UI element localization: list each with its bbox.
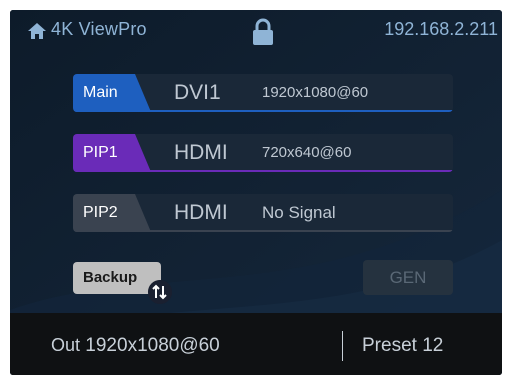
layer-pip2-row[interactable]: PIP2 HDMI No Signal: [73, 194, 453, 232]
output-label: Out: [51, 335, 81, 355]
layer-main-source: DVI1: [174, 81, 221, 104]
device-name: 4K ViewPro: [51, 19, 147, 39]
layer-pip1-resolution: 720x640@60: [262, 144, 352, 161]
layer-main-underline: [73, 110, 453, 112]
preset-info[interactable]: Preset 12: [362, 335, 443, 357]
layer-pip2-underline: [73, 230, 453, 232]
output-info: Out 1920x1080@60: [51, 335, 220, 357]
output-resolution: 1920x1080@60: [85, 335, 220, 356]
layer-pip2-tag: PIP2: [73, 194, 151, 232]
gen-label: GEN: [389, 268, 427, 287]
output-status-bar: Out 1920x1080@60 Preset 12: [10, 313, 502, 375]
layer-pip2-resolution: No Signal: [262, 203, 336, 222]
layer-pip1-label: PIP1: [83, 144, 118, 161]
layer-pip1-source: HDMI: [174, 141, 228, 164]
preset-number: 12: [422, 335, 444, 356]
swap-icon: [148, 280, 172, 304]
layer-main-tag: Main: [73, 74, 151, 112]
layer-main-row[interactable]: Main DVI1 1920x1080@60: [73, 74, 453, 112]
layer-pip1-underline: [73, 170, 453, 172]
preset-label: Preset: [362, 335, 417, 356]
home-icon[interactable]: [26, 20, 48, 42]
layer-pip2-source: HDMI: [174, 201, 228, 224]
layer-pip1-row[interactable]: PIP1 HDMI 720x640@60: [73, 134, 453, 172]
footer-divider: [342, 331, 343, 361]
gen-button[interactable]: GEN: [363, 260, 453, 295]
backup-label: Backup: [83, 269, 138, 286]
layer-pip2-label: PIP2: [83, 204, 118, 221]
lock-icon[interactable]: [249, 17, 277, 47]
layer-main-resolution: 1920x1080@60: [262, 84, 369, 101]
layer-pip1-tag: PIP1: [73, 134, 151, 172]
layer-main-label: Main: [83, 84, 118, 101]
ip-address: 192.168.2.211: [384, 19, 498, 39]
device-screen: 4K ViewPro 192.168.2.211 Main DVI1 1920x…: [10, 10, 502, 375]
status-bar: 4K ViewPro 192.168.2.211: [10, 10, 502, 52]
